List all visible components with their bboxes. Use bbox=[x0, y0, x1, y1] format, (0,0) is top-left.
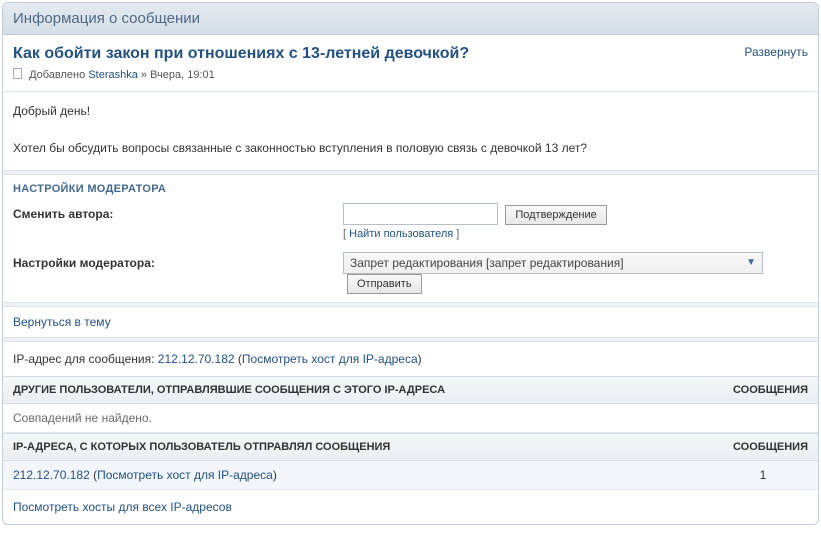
meta-separator: » bbox=[141, 69, 150, 81]
back-to-topic-link[interactable]: Вернуться в тему bbox=[13, 315, 111, 329]
panel-title: Информация о сообщении bbox=[3, 3, 818, 35]
mod-settings-row: Настройки модератора: Запрет редактирова… bbox=[3, 248, 818, 302]
post-body-line2: Хотел бы обсудить вопросы связанные с за… bbox=[13, 139, 808, 158]
message-info-panel: Информация о сообщении Как обойти закон … bbox=[2, 2, 819, 525]
change-author-label: Сменить автора: bbox=[13, 203, 343, 221]
post-header-section: Как обойти закон при отношениях с 13-лет… bbox=[3, 35, 818, 92]
back-row: Вернуться в тему bbox=[3, 307, 818, 337]
expand-link[interactable]: Развернуть bbox=[744, 45, 808, 59]
find-user-link[interactable]: Найти пользователя bbox=[349, 228, 453, 240]
user-ips-head-main: IP-АДРЕСА, С КОТОРЫХ ПОЛЬЗОВАТЕЛЬ ОТПРАВ… bbox=[3, 433, 708, 460]
row-host-link[interactable]: Посмотреть хост для IP-адреса bbox=[97, 468, 273, 482]
user-ips-table: IP-АДРЕСА, С КОТОРЫХ ПОЛЬЗОВАТЕЛЬ ОТПРАВ… bbox=[3, 433, 818, 490]
mod-action-select[interactable]: Запрет редактирования [запрет редактиров… bbox=[343, 252, 763, 274]
chevron-down-icon: ▼ bbox=[746, 257, 756, 268]
document-icon bbox=[13, 68, 22, 79]
mod-settings-label: Настройки модератора: bbox=[13, 252, 343, 270]
post-date: Вчера, 19:01 bbox=[150, 69, 215, 81]
find-user-wrap: [ Найти пользователя ] bbox=[343, 228, 808, 240]
ip-host-lookup-link[interactable]: Посмотреть хост для IP-адреса bbox=[242, 352, 418, 366]
post-body: Добрый день! Хотел бы обсудить вопросы с… bbox=[3, 92, 818, 170]
user-ips-head-msgs: СООБЩЕНИЯ bbox=[708, 433, 818, 460]
footer-links: Посмотреть хосты для всех IP-адресов bbox=[3, 490, 818, 524]
no-match-cell: Совпадений не найдено. bbox=[3, 403, 818, 432]
all-hosts-link[interactable]: Посмотреть хосты для всех IP-адресов bbox=[13, 500, 232, 514]
added-prefix: Добавлено bbox=[29, 69, 85, 81]
post-meta: Добавлено Sterashka » Вчера, 19:01 bbox=[13, 67, 469, 81]
post-title-link[interactable]: Как обойти закон при отношениях с 13-лет… bbox=[13, 45, 469, 63]
table-row: 212.12.70.182 (Посмотреть хост для IP-ад… bbox=[3, 460, 818, 489]
ip-prefix: IP-адрес для сообщения: bbox=[13, 352, 158, 366]
submit-button[interactable]: Отправить bbox=[347, 274, 422, 294]
paren-close: ) bbox=[418, 352, 422, 366]
ip-address-link[interactable]: 212.12.70.182 bbox=[158, 352, 235, 366]
table-row: Совпадений не найдено. bbox=[3, 403, 818, 432]
ip-info-row: IP-адрес для сообщения: 212.12.70.182 (П… bbox=[3, 342, 818, 376]
row-msg-count: 1 bbox=[708, 460, 818, 489]
paren-close: ) bbox=[273, 468, 277, 482]
author-link[interactable]: Sterashka bbox=[88, 69, 138, 81]
mod-action-selected: Запрет редактирования [запрет редактиров… bbox=[350, 256, 624, 270]
change-author-row: Сменить автора: Подтверждение [ Найти по… bbox=[3, 199, 818, 248]
other-users-head-main: ДРУГИЕ ПОЛЬЗОВАТЕЛИ, ОТПРАВЛЯВШИЕ СООБЩЕ… bbox=[3, 376, 708, 403]
confirm-button[interactable]: Подтверждение bbox=[505, 205, 606, 225]
other-users-table: ДРУГИЕ ПОЛЬЗОВАТЕЛИ, ОТПРАВЛЯВШИЕ СООБЩЕ… bbox=[3, 376, 818, 433]
change-author-input[interactable] bbox=[343, 203, 498, 225]
moderator-heading: НАСТРОЙКИ МОДЕРАТОРА bbox=[3, 175, 818, 199]
post-body-line1: Добрый день! bbox=[13, 102, 808, 121]
row-ip-link[interactable]: 212.12.70.182 bbox=[13, 468, 90, 482]
other-users-head-msgs: СООБЩЕНИЯ bbox=[708, 376, 818, 403]
